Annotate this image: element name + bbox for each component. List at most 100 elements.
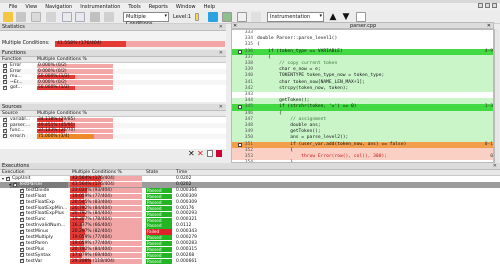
state-badge: Passed	[146, 241, 172, 247]
checkbox[interactable]	[3, 117, 7, 122]
checkbox[interactable]	[20, 258, 24, 264]
back-icon[interactable]	[104, 12, 114, 22]
sources-list: variabl...34.118% (29/85)parser....49.45…	[0, 117, 226, 139]
menu-window[interactable]: Window	[176, 4, 196, 10]
state-badge: Passed	[146, 199, 172, 206]
functions-header: Functions ✕	[0, 50, 226, 57]
state-badge: Passed	[146, 252, 172, 259]
checkbox[interactable]	[13, 182, 17, 188]
arrow-up-icon[interactable]: ▲	[328, 12, 338, 22]
code-view-icon[interactable]	[208, 12, 218, 22]
checkbox[interactable]	[20, 211, 24, 217]
function-name: got...	[10, 85, 22, 90]
checkbox[interactable]	[20, 235, 24, 241]
checkbox[interactable]	[20, 193, 24, 199]
checkbox[interactable]	[3, 74, 7, 79]
editor-tabbar: ✕ parser.cpp ✕	[231, 22, 494, 29]
execution-row[interactable]: testVar 29.208% (118/404) Passed 0.000661	[0, 258, 500, 265]
print-icon[interactable]	[31, 12, 41, 22]
maximize-icon[interactable]	[485, 3, 490, 8]
checkbox[interactable]	[20, 199, 24, 205]
metric-select[interactable]: Multiple Conditions ▾	[123, 12, 169, 27]
state-badge: Passed	[146, 223, 172, 229]
checkbox[interactable]	[3, 68, 7, 74]
save-icon[interactable]	[16, 12, 26, 22]
checkbox[interactable]	[20, 223, 24, 229]
coverage-value: 29.208% (118/404)	[72, 258, 115, 264]
minimize-icon[interactable]	[478, 3, 483, 8]
functions-panel: Functions ✕ Function Multiple Conditions…	[0, 50, 226, 102]
state-badge: Passed	[146, 193, 172, 200]
checkbox[interactable]	[20, 247, 24, 253]
execution-time: 0.000661	[176, 258, 197, 264]
clear-x-icon[interactable]: ✕	[188, 150, 195, 158]
menu-instrumentation[interactable]: Instrumentation	[80, 4, 120, 10]
state-badge: Failed	[146, 229, 172, 235]
state-badge: Passed	[146, 258, 172, 265]
close-icon[interactable]: ✕	[219, 24, 223, 31]
checkbox[interactable]	[20, 188, 24, 194]
chevron-down-icon: ▾	[319, 13, 322, 19]
instrumentation-select-value: Instrumentation	[270, 14, 311, 20]
fold-marker-icon[interactable]	[238, 105, 242, 110]
statistics-title: Statistics	[2, 24, 25, 30]
checkbox[interactable]	[3, 122, 7, 128]
arrow-down-icon[interactable]: ▼	[341, 12, 351, 22]
menu-tools[interactable]: Tools	[128, 4, 140, 10]
checkbox[interactable]	[3, 133, 7, 139]
state-badge: Passed	[146, 188, 172, 194]
copy-icon[interactable]	[75, 12, 85, 22]
executions-panel: Executions ✕ Execution Multiple Conditio…	[0, 163, 500, 274]
state-badge: Passed	[146, 205, 172, 211]
state-badge: Passed	[146, 247, 172, 253]
functions-list: Error0.000% (0/2)Error0.000% (0/2)mu...5…	[0, 63, 226, 91]
checkbox[interactable]	[20, 241, 24, 247]
checkbox[interactable]	[20, 229, 24, 235]
menu-navigation[interactable]: Navigation	[45, 4, 72, 10]
fold-marker-icon[interactable]	[238, 49, 242, 54]
filter-icon[interactable]	[251, 12, 261, 22]
delete-icon[interactable]: ✕	[197, 150, 204, 158]
stop-icon[interactable]	[90, 12, 100, 22]
menu-help[interactable]: Help	[204, 4, 215, 10]
level-spin[interactable]	[195, 13, 199, 21]
menu-view[interactable]: View	[25, 4, 37, 10]
statistics-value: 41.558% (176/404)	[57, 41, 102, 46]
checkbox[interactable]	[20, 205, 24, 211]
menu-reports[interactable]: Reports	[149, 4, 168, 10]
document-icon[interactable]	[207, 150, 213, 157]
checkbox[interactable]	[3, 63, 7, 68]
checkbox[interactable]	[20, 217, 24, 223]
checkbox[interactable]	[3, 128, 7, 133]
checkbox[interactable]	[3, 85, 7, 90]
close-icon[interactable]	[492, 3, 497, 8]
fold-marker-icon[interactable]	[238, 142, 242, 147]
instrumentation-select[interactable]: Instrumentation ▾	[267, 12, 324, 22]
next-icon[interactable]	[356, 12, 366, 22]
checkbox[interactable]	[3, 79, 7, 85]
close-icon[interactable]: ✕	[219, 104, 223, 111]
menu-file[interactable]: File	[9, 4, 17, 10]
chevron-down-icon: ▾	[164, 13, 167, 19]
reload-icon[interactable]	[46, 12, 56, 22]
swap-icon[interactable]	[237, 12, 247, 22]
checkbox[interactable]	[6, 176, 10, 182]
statistics-header: Statistics ✕	[0, 24, 226, 31]
coverage-value: 50.000% (1/2)	[38, 85, 70, 90]
close-icon[interactable]: ✕	[493, 163, 497, 170]
function-row[interactable]: got... 50.000% (1/2)	[0, 85, 226, 91]
close-icon[interactable]: ✕	[219, 50, 223, 57]
compare-icon[interactable]	[222, 12, 232, 22]
code-editor[interactable]: 333 334 double Parser::parse_level1() 335{3…	[231, 29, 494, 163]
disk-icon[interactable]	[62, 12, 72, 22]
checkbox[interactable]	[20, 252, 24, 258]
source-name: error.h	[10, 133, 26, 139]
source-row[interactable]: error.h 75.000% (3/4)	[0, 133, 226, 139]
sources-header: Sources ✕	[0, 104, 226, 111]
editor-scrollbar[interactable]	[494, 29, 499, 163]
state-badge: Passed	[146, 217, 172, 223]
filter-red-icon[interactable]	[216, 150, 222, 157]
functions-title: Functions	[2, 50, 26, 56]
sources-panel: Sources ✕ Source Multiple Conditions % v…	[0, 104, 226, 149]
open-folder-icon[interactable]	[3, 12, 13, 22]
